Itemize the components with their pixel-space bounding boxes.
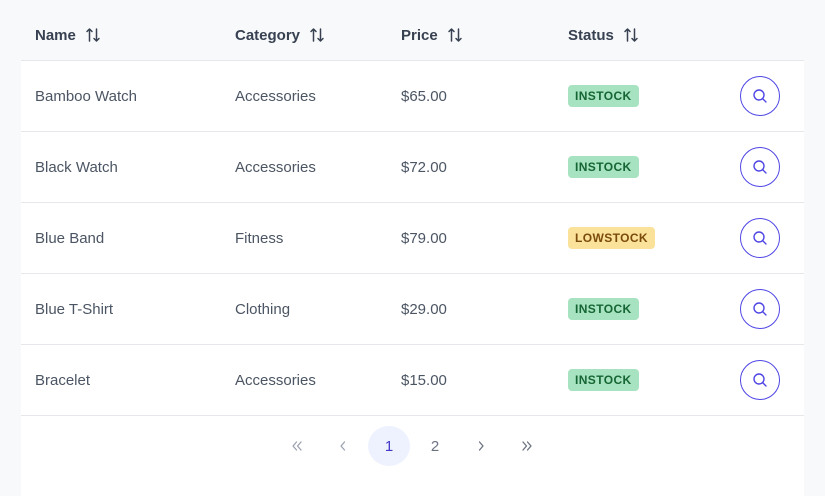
status-badge: INSTOCK <box>568 156 639 178</box>
header-price-label: Price <box>401 26 438 44</box>
page-button-2[interactable]: 2 <box>414 426 456 466</box>
status-badge: LOWSTOCK <box>568 227 655 249</box>
sort-icon[interactable] <box>623 27 639 43</box>
search-icon <box>753 373 767 387</box>
cell-status: INSTOCK <box>568 132 639 202</box>
view-button[interactable] <box>740 360 780 400</box>
cell-status: INSTOCK <box>568 345 639 415</box>
table-header: Name Category Price Status <box>21 10 804 61</box>
cell-actions <box>740 132 780 202</box>
double-chevron-left-icon <box>292 441 302 451</box>
cell-status: INSTOCK <box>568 274 639 344</box>
view-button[interactable] <box>740 147 780 187</box>
sort-icon[interactable] <box>85 27 101 43</box>
cell-name: Blue T-Shirt <box>35 300 114 318</box>
status-badge: INSTOCK <box>568 369 639 391</box>
cell-price: $15.00 <box>401 371 447 389</box>
cell-category: Clothing <box>235 300 291 318</box>
cell-price: $79.00 <box>401 229 447 247</box>
search-icon <box>753 302 767 316</box>
view-button[interactable] <box>740 289 780 329</box>
cell-price: $72.00 <box>401 158 447 176</box>
cell-category: Accessories <box>235 158 316 176</box>
search-icon <box>753 89 767 103</box>
last-page-button[interactable] <box>506 426 548 466</box>
cell-actions <box>740 203 780 273</box>
sort-icon[interactable] <box>309 27 325 43</box>
cell-status: INSTOCK <box>568 61 639 131</box>
table-row: Blue T-Shirt Clothing $29.00 INSTOCK <box>21 274 804 345</box>
header-price[interactable]: Price <box>401 10 463 60</box>
status-badge: INSTOCK <box>568 85 639 107</box>
header-name-label: Name <box>35 26 76 44</box>
chevron-right-icon <box>478 441 484 451</box>
page-button-1[interactable]: 1 <box>368 426 410 466</box>
cell-price: $65.00 <box>401 87 447 105</box>
table-row: Bracelet Accessories $15.00 INSTOCK <box>21 345 804 416</box>
cell-name: Blue Band <box>35 229 105 247</box>
cell-category: Accessories <box>235 87 316 105</box>
table-body: Bamboo Watch Accessories $65.00 INSTOCK … <box>21 61 804 416</box>
cell-name: Black Watch <box>35 158 118 176</box>
sort-icon[interactable] <box>447 27 463 43</box>
cell-name: Bracelet <box>35 371 91 389</box>
table-row: Blue Band Fitness $79.00 LOWSTOCK <box>21 203 804 274</box>
cell-actions <box>740 61 780 131</box>
double-chevron-right-icon <box>522 441 532 451</box>
paginator: 1 2 <box>21 426 804 466</box>
first-page-button[interactable] <box>276 426 318 466</box>
header-category[interactable]: Category <box>235 10 325 60</box>
table-row: Black Watch Accessories $72.00 INSTOCK <box>21 132 804 203</box>
products-table-card: Name Category Price Status Bamboo Watch … <box>21 10 804 496</box>
chevron-left-icon <box>340 441 346 451</box>
header-name[interactable]: Name <box>35 10 101 60</box>
cell-name: Bamboo Watch <box>35 87 137 105</box>
view-button[interactable] <box>740 76 780 116</box>
header-status-label: Status <box>568 26 614 44</box>
cell-category: Fitness <box>235 229 284 247</box>
view-button[interactable] <box>740 218 780 258</box>
search-icon <box>753 231 767 245</box>
status-badge: INSTOCK <box>568 298 639 320</box>
cell-status: LOWSTOCK <box>568 203 655 273</box>
cell-category: Accessories <box>235 371 316 389</box>
cell-price: $29.00 <box>401 300 447 318</box>
next-page-button[interactable] <box>460 426 502 466</box>
table-row: Bamboo Watch Accessories $65.00 INSTOCK <box>21 61 804 132</box>
cell-actions <box>740 274 780 344</box>
prev-page-button[interactable] <box>322 426 364 466</box>
header-category-label: Category <box>235 26 301 44</box>
header-status[interactable]: Status <box>568 10 639 60</box>
search-icon <box>753 160 767 174</box>
cell-actions <box>740 345 780 415</box>
